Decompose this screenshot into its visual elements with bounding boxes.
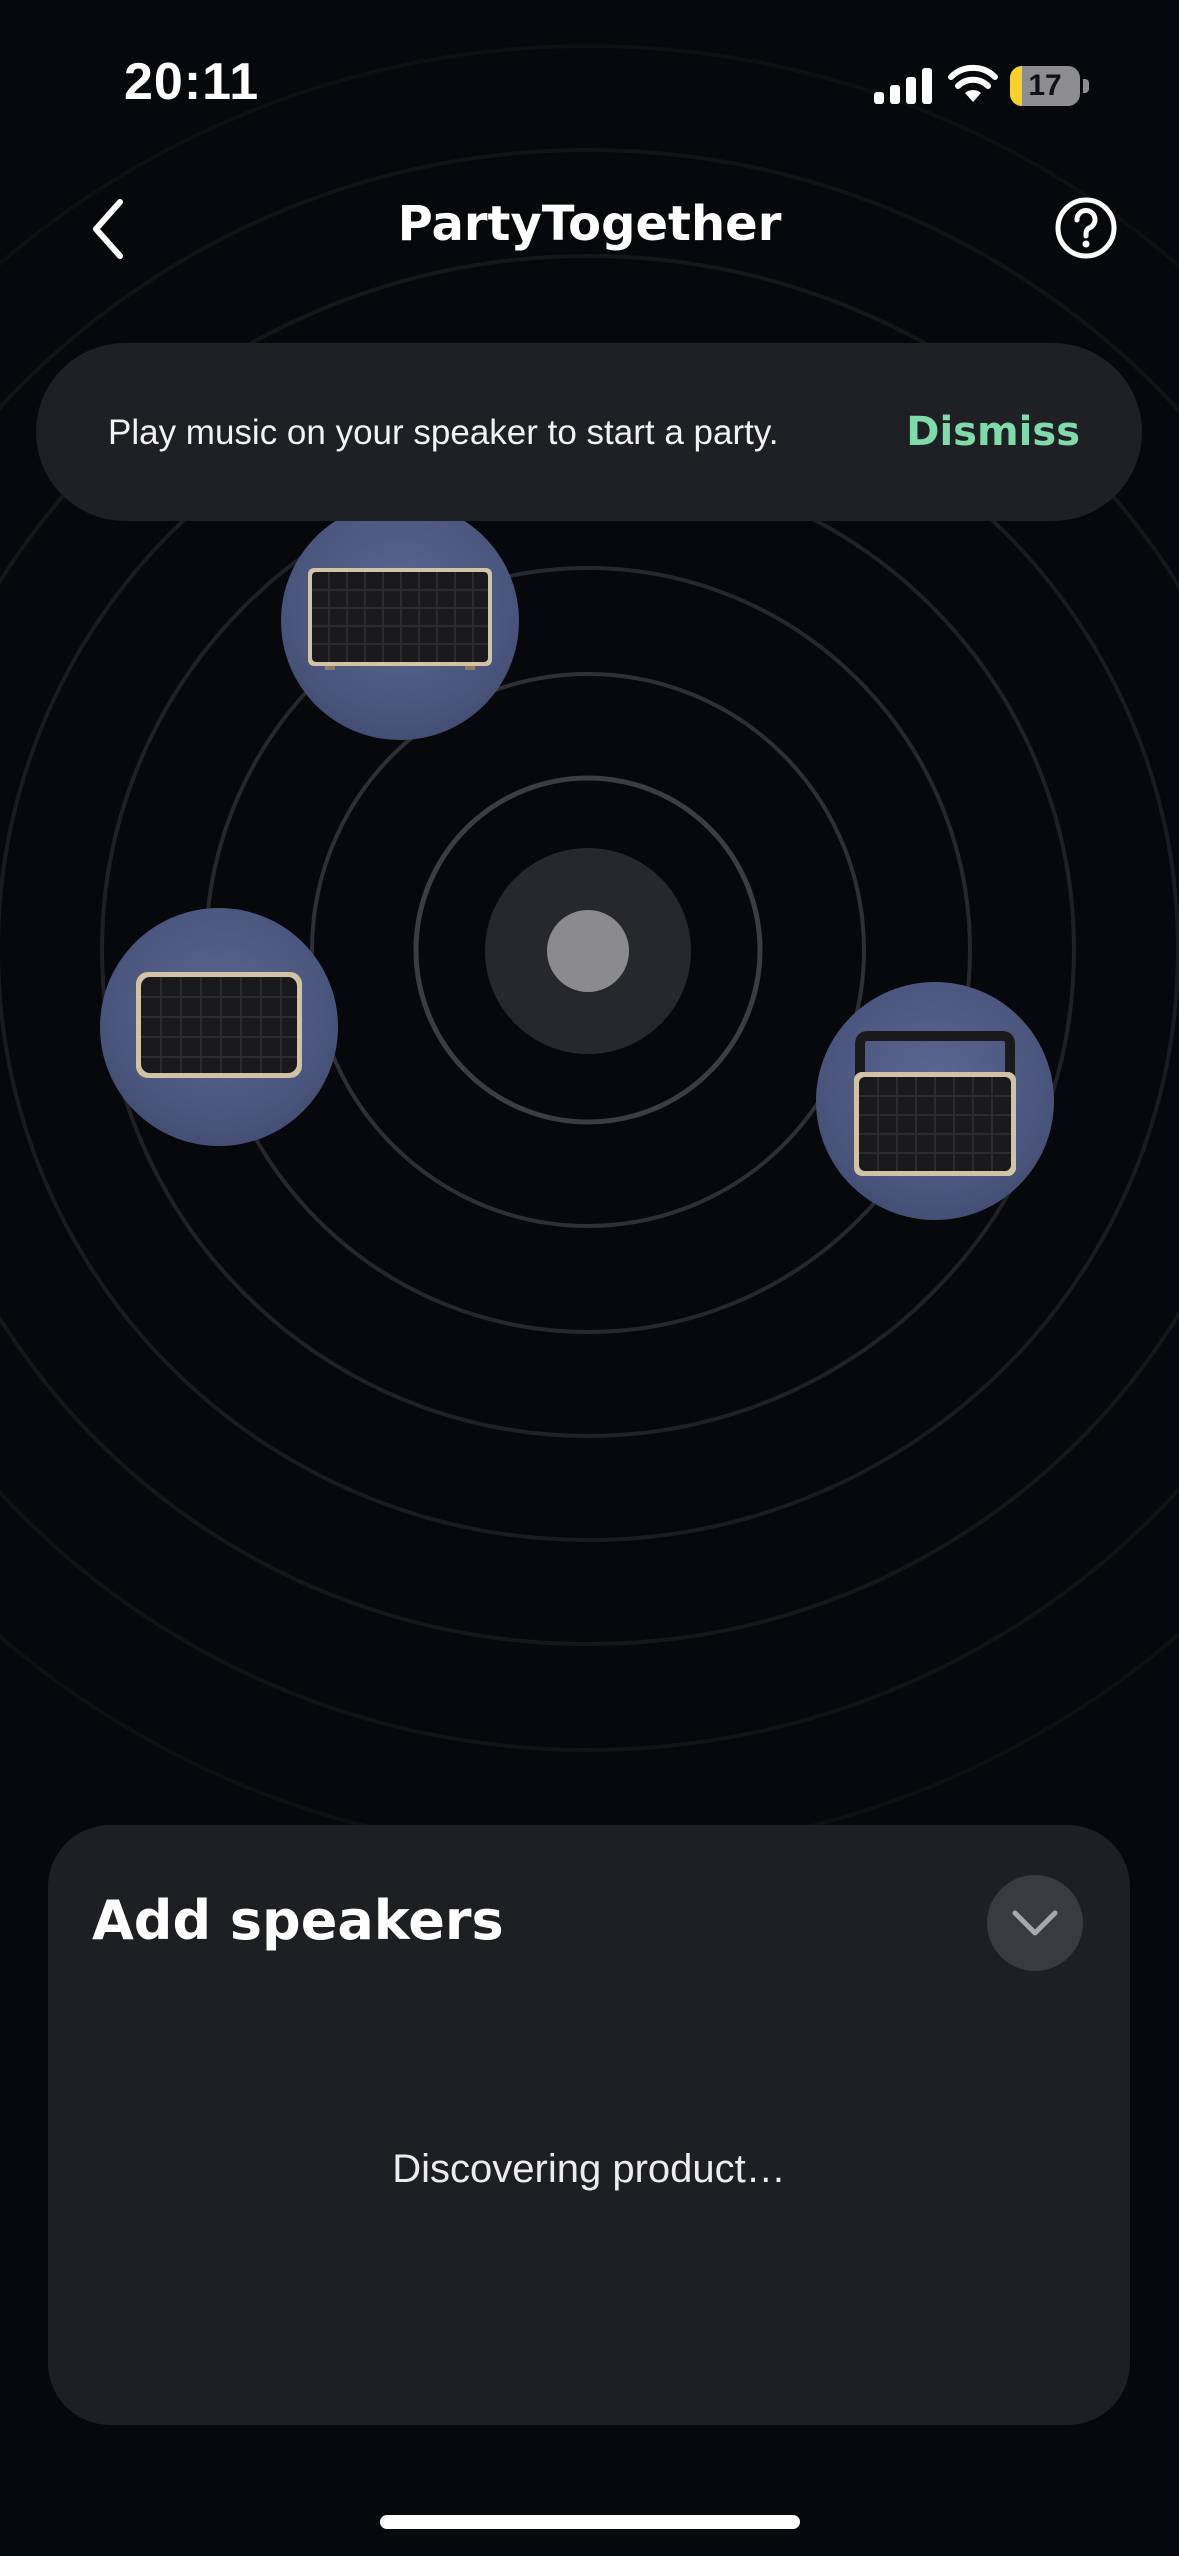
host-device-dot	[547, 910, 629, 992]
page-title: PartyTogether	[397, 196, 782, 252]
status-time: 20:11	[124, 53, 260, 111]
battery-icon: 17	[1010, 66, 1090, 106]
chevron-down-icon	[1012, 1910, 1058, 1936]
dismiss-button[interactable]: Dismiss	[906, 409, 1080, 455]
wifi-icon	[948, 64, 998, 102]
speaker-handle-icon[interactable]	[816, 982, 1054, 1220]
battery-level: 17	[1028, 69, 1062, 102]
collapse-button[interactable]	[987, 1875, 1083, 1971]
help-button[interactable]	[1054, 196, 1118, 260]
speaker-landscape-icon[interactable]	[281, 502, 519, 740]
discovery-status: Discovering product…	[392, 2147, 786, 2191]
add-speakers-sheet: Add speakers Discovering product…	[48, 1825, 1130, 2425]
speaker-compact-icon[interactable]	[100, 908, 338, 1146]
banner-message: Play music on your speaker to start a pa…	[108, 413, 779, 452]
cellular-signal-icon	[874, 68, 932, 104]
party-hint-banner: Play music on your speaker to start a pa…	[36, 343, 1142, 521]
sheet-title: Add speakers	[92, 1889, 504, 1952]
home-indicator[interactable]	[380, 2515, 800, 2529]
